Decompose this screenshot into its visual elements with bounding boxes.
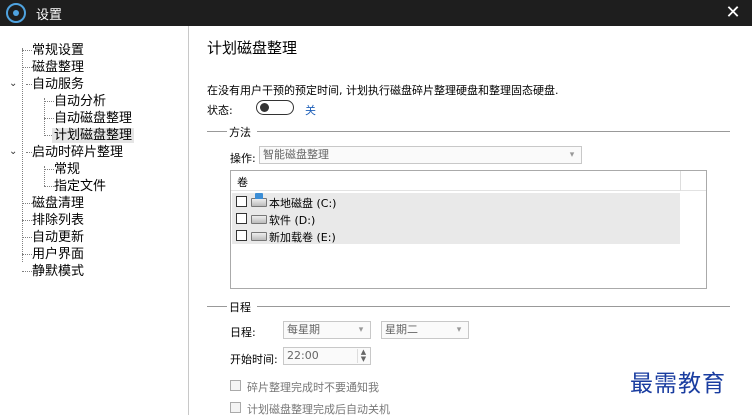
close-button[interactable]: ✕ [718, 0, 748, 26]
chevron-down-icon[interactable]: ⌄ [9, 147, 19, 157]
no-notify-label: 碎片整理完成时不要通知我 [247, 381, 379, 394]
tree-item-auto-update[interactable]: 自动更新 [32, 229, 84, 246]
auto-shutdown-label: 计划磁盘整理完成后自动关机 [247, 403, 390, 415]
volume-list-header: 卷 [231, 171, 706, 191]
volume-checkbox[interactable] [236, 213, 247, 224]
start-time-value: 22:00 [287, 349, 319, 362]
operation-label: 操作: [230, 152, 256, 165]
tree-item-label: 自动服务 [32, 77, 85, 92]
section-divider [257, 306, 730, 307]
tree-item-auto-analyze[interactable]: 自动分析 [54, 93, 106, 110]
tree-item-label: 计划磁盘整理 [52, 128, 135, 143]
spinner-icon[interactable]: ▲ ▼ [357, 349, 369, 363]
tree-item-label: 自动磁盘整理 [54, 111, 133, 126]
tree-item-label: 磁盘整理 [32, 60, 85, 75]
tree-connector [22, 50, 32, 51]
method-section-header: 方法 [207, 124, 730, 139]
drive-icon [251, 215, 267, 224]
settings-tree: ⌄ ⌄ 常规设置 磁盘整理 自动服务 自动分析 自动磁盘整理 计划磁盘整理 启动… [0, 26, 188, 415]
tree-item-user-interface[interactable]: 用户界面 [32, 246, 84, 263]
tree-item-exclusion-list[interactable]: 排除列表 [32, 212, 84, 229]
tree-connector [22, 254, 32, 255]
watermark-text: 最需教育 [630, 371, 726, 397]
section-label: 日程 [229, 301, 251, 314]
volume-label: 新加载卷 (E:) [269, 231, 336, 244]
tree-item-defrag[interactable]: 磁盘整理 [32, 59, 84, 76]
tree-item-auto-defrag[interactable]: 自动磁盘整理 [54, 110, 132, 127]
tree-item-label: 用户界面 [32, 247, 85, 262]
volume-list[interactable]: 卷 本地磁盘 (C:) 软件 (D:) 新加载卷 (E:) [230, 170, 707, 289]
tree-item-label: 启动时碎片整理 [32, 145, 124, 160]
tree-item-disk-cleanup[interactable]: 磁盘清理 [32, 195, 84, 212]
page-description: 在没有用户干预的预定时间, 计划执行磁盘碎片整理硬盘和整理固态硬盘. [207, 84, 559, 97]
tree-item-label: 常规设置 [32, 43, 85, 58]
volume-checkbox[interactable] [236, 196, 247, 207]
tree-connector [22, 220, 32, 221]
volume-row[interactable]: 软件 (D:) [232, 210, 680, 227]
tree-connector [22, 48, 23, 262]
drive-icon [251, 232, 267, 241]
tree-item-label: 静默模式 [32, 264, 85, 279]
status-value: 关 [305, 104, 316, 117]
schedule-day-select[interactable]: 星期二 ▾ [381, 321, 469, 339]
tree-connector [22, 271, 32, 272]
volume-label: 软件 (D:) [269, 214, 316, 227]
start-time-input[interactable]: 22:00 ▲ ▼ [283, 347, 371, 365]
tree-item-label: 自动更新 [32, 230, 85, 245]
page-title: 计划磁盘整理 [207, 39, 298, 57]
section-divider [207, 306, 227, 307]
status-toggle[interactable] [256, 100, 294, 115]
volume-checkbox[interactable] [236, 230, 247, 241]
tree-item-general[interactable]: 常规设置 [32, 42, 84, 59]
volume-row[interactable]: 新加载卷 (E:) [232, 227, 680, 244]
toggle-knob [260, 103, 269, 112]
operation-select-value: 智能磁盘整理 [263, 148, 329, 161]
schedule-frequency-select[interactable]: 每星期 ▾ [283, 321, 371, 339]
column-divider [680, 171, 681, 191]
section-divider [257, 131, 730, 132]
window-title: 设置 [36, 8, 63, 23]
chevron-down-icon: ▾ [456, 325, 462, 335]
volume-column-header: 卷 [237, 176, 248, 189]
operation-select[interactable]: 智能磁盘整理 ▾ [259, 146, 582, 164]
frequency-value: 每星期 [287, 323, 320, 336]
tree-item-label: 自动分析 [54, 94, 107, 109]
tree-connector [44, 169, 54, 170]
no-notify-checkbox[interactable] [230, 380, 241, 391]
chevron-down-icon: ▾ [569, 150, 575, 160]
tree-connector [22, 237, 32, 238]
tree-connector [44, 118, 54, 119]
tree-item-label: 排除列表 [32, 213, 85, 228]
tree-item-silent-mode[interactable]: 静默模式 [32, 263, 84, 280]
app-logo-icon [6, 3, 26, 23]
start-time-label: 开始时间: [230, 353, 278, 366]
tree-connector [44, 101, 54, 102]
tree-item-label: 常规 [54, 162, 81, 177]
tree-item-boot-defrag[interactable]: 启动时碎片整理 [32, 144, 123, 161]
tree-item-label: 磁盘清理 [32, 196, 85, 211]
volume-label: 本地磁盘 (C:) [269, 197, 337, 210]
settings-panel: 计划磁盘整理 在没有用户干预的预定时间, 计划执行磁盘碎片整理硬盘和整理固态硬盘… [189, 26, 752, 415]
volume-row[interactable]: 本地磁盘 (C:) [232, 193, 680, 210]
day-value: 星期二 [385, 323, 418, 336]
tree-item-label: 指定文件 [54, 179, 107, 194]
title-bar: 设置 ✕ [0, 0, 752, 26]
auto-shutdown-checkbox[interactable] [230, 402, 241, 413]
tree-connector [22, 203, 32, 204]
status-label: 状态: [207, 104, 233, 117]
chevron-down-icon[interactable]: ⌄ [9, 79, 19, 89]
schedule-section-header: 日程 [207, 299, 730, 314]
tree-item-scheduled-defrag[interactable]: 计划磁盘整理 [52, 127, 135, 144]
section-divider [207, 131, 227, 132]
tree-item-boot-general[interactable]: 常规 [54, 161, 80, 178]
chevron-down-icon: ▾ [358, 325, 364, 335]
tree-connector [22, 67, 32, 68]
section-label: 方法 [229, 126, 251, 139]
tree-connector [44, 186, 54, 187]
tree-connector [44, 98, 45, 136]
tree-item-specified-files[interactable]: 指定文件 [54, 178, 106, 195]
system-drive-icon [251, 193, 267, 207]
tree-item-auto-service[interactable]: 自动服务 [32, 76, 84, 93]
schedule-label: 日程: [230, 326, 256, 339]
